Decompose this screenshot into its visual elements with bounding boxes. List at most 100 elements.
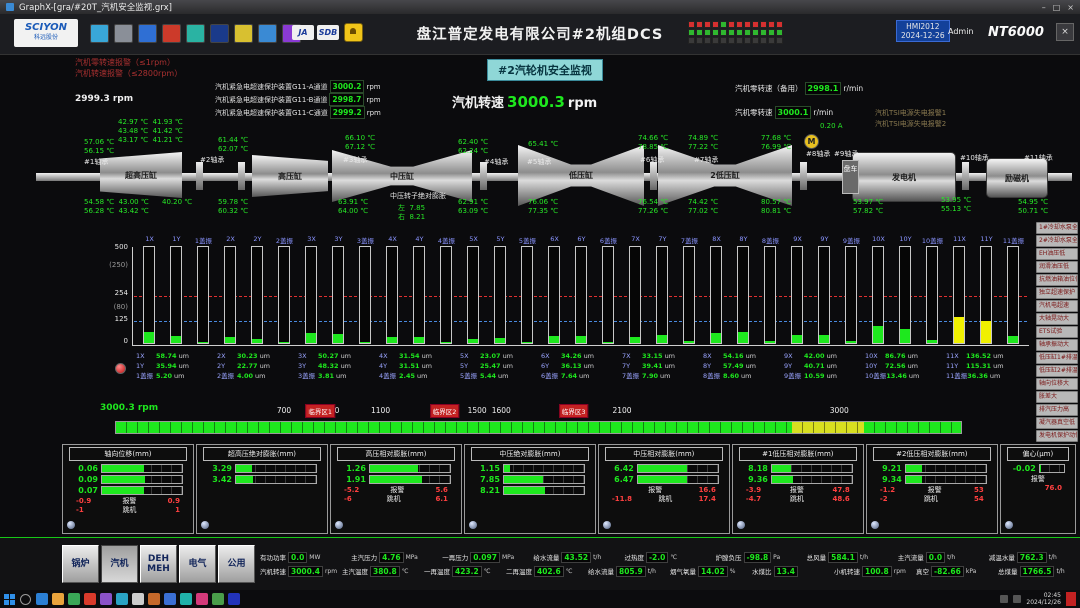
taskbar-app-icon-7[interactable] [132,593,144,605]
vibration-table-label: 8盖振 [703,371,723,381]
vibration-table-row: 3Y48.32um [298,361,379,371]
taskbar-app-icon-2[interactable] [52,593,64,605]
trip-cause-button[interactable]: 发电机保护动作 [1036,430,1078,442]
nav-button-3[interactable]: DEH MEH [140,545,177,583]
status-cell: 水煤比13.4 [752,566,831,577]
status-cell: 真空-82.66kPa [916,566,995,577]
indicator-cell [696,29,703,36]
notification-button[interactable] [1066,592,1076,606]
y-axis-tick: 500 [98,243,128,251]
diagram-label: #9轴承 [834,150,858,159]
vibration-bar-cell [865,248,892,344]
taskbar-app-icon-13[interactable] [228,593,240,605]
panel-中压相对膨胀(mm): 中压相对膨胀(mm)6.426.47报警16.6-11.8跳机17.4 [598,444,730,534]
panel-measure-row: 9.34 [878,475,992,484]
temperature-readout: 59.78 ℃60.32 ℃ [218,198,248,216]
trip-cause-button[interactable]: EH油压低 [1036,248,1078,260]
panel-alarm-high: 6.1 [436,495,448,504]
trip-cause-button[interactable]: 低压缸1#排温高 [1036,352,1078,364]
toolbar-icon-5[interactable] [186,24,205,43]
panel-bar [101,475,183,484]
trip-cause-button[interactable]: 胀差大 [1036,391,1078,403]
minimize-button[interactable]: – [1042,3,1046,12]
toolbar-icon-2[interactable] [114,24,133,43]
tray-network-icon[interactable] [1000,595,1008,603]
nav-button-2[interactable]: 汽机 [101,545,138,583]
close-button[interactable]: × [1067,3,1074,12]
taskbar-app-icon-10[interactable] [180,593,192,605]
panel-alarm-low: -1.2 [880,486,895,495]
trip-cause-button[interactable]: ETS试验 [1036,326,1078,338]
trip-cause-button[interactable]: 低压缸2#排温高 [1036,365,1078,377]
ja-logo[interactable]: JA [292,25,314,40]
maximize-button[interactable]: □ [1053,3,1061,12]
nav-button-4[interactable]: 电气 [179,545,216,583]
vibration-bars: 1X1Y1盖振2X2Y2盖振3X3Y3盖振4X4Y4盖振5X5Y5盖振6X6Y6… [136,235,1027,344]
header-close-button[interactable]: × [1056,23,1074,41]
shaft-coupling [196,162,203,190]
taskbar-app-icon-5[interactable] [100,593,112,605]
start-button[interactable] [4,594,15,605]
channel-label: 汽机紧急电超速保护装置G11-B通道 [215,96,327,104]
trip-cause-button[interactable]: 2#冷却水泵全停 [1036,235,1078,247]
turning-gear-motor-icon: M [804,134,819,149]
toolbar-icon-3[interactable] [138,24,157,43]
panel-measure-row: 0.09 [74,475,188,484]
vibration-table-unit: um [503,362,513,370]
indicator-cell [736,29,743,36]
taskbar-app-icon-12[interactable] [212,593,224,605]
nav-button-1[interactable]: 锅炉 [62,545,99,583]
taskbar-app-icon-9[interactable] [164,593,176,605]
nav-button-5[interactable]: 公用 [218,545,255,583]
panel-value: -0.02 [1012,464,1036,473]
trip-cause-button[interactable]: 凝汽器真空低 [1036,417,1078,429]
status-cell: 二再温度402.6℃ [506,566,585,577]
panel-alarm-label: 跳机 [924,495,938,504]
status-value: -82.66 [931,566,964,577]
zero-speed-unit: r/min [843,84,863,93]
trip-cause-button[interactable]: 排汽压力高 [1036,404,1078,416]
toolbar-icon-7[interactable] [234,24,253,43]
vibration-bar [521,246,533,344]
panel-alarm-label: 跳机 [122,506,136,515]
trip-cause-button[interactable]: 润滑油压低 [1036,261,1078,273]
turbine-diagram: 超高压缸高压缸中压缸低压缸2低压缸发电机励磁机 42.97 ℃ 41.93 ℃4… [0,112,1080,235]
trip-cause-button[interactable]: 轴承振动大 [1036,339,1078,351]
taskbar-app-icon-11[interactable] [196,593,208,605]
alarm-bell-icon[interactable] [344,23,363,42]
taskbar-app-icon-4[interactable] [84,593,96,605]
vibration-table-label: 2盖振 [217,371,237,381]
taskbar-app-icon-3[interactable] [68,593,80,605]
toolbar-icon-8[interactable] [258,24,277,43]
vibration-bar [764,246,776,344]
toolbar-icon-6[interactable] [210,24,229,43]
panel-alarm-low: -4.7 [746,495,761,504]
trip-cause-button[interactable]: 抗燃油箱油位低 [1036,274,1078,286]
vibration-group: 3X3Y3盖振 [298,235,379,344]
taskbar-app-icon-8[interactable] [148,593,160,605]
sdb-logo[interactable]: SDB [317,25,339,40]
trip-cause-button[interactable]: 轴向位移大 [1036,378,1078,390]
indicator-cell [768,21,775,28]
taskbar-app-icon-1[interactable] [36,593,48,605]
tray-volume-icon[interactable] [1013,595,1021,603]
toolbar-icon-4[interactable] [162,24,181,43]
hmi-station-info: HMI2012 2024-12-26 [896,20,950,42]
clock[interactable]: 02:45 2024/12/26 [1026,592,1061,606]
vibration-bar-cell [595,248,622,344]
vibration-table-unit: um [584,352,594,360]
vibration-bar-row [298,248,379,344]
toolbar-icon-1[interactable] [90,24,109,43]
vibration-table-unit: um [260,352,270,360]
trip-cause-button[interactable]: 汽机电超速 [1036,300,1078,312]
trip-cause-button[interactable]: 大轴晃动大 [1036,313,1078,325]
panel-alarm-high: 16.6 [699,486,716,495]
status-label: 真空 [916,566,929,576]
taskbar-app-icon-6[interactable] [116,593,128,605]
temperature-readout: 74.42 ℃77.02 ℃ [688,198,718,216]
search-icon[interactable] [20,594,31,605]
trip-cause-button[interactable]: 1#冷却水泵全停 [1036,222,1078,234]
trip-cause-button[interactable]: 独立超速保护 [1036,287,1078,299]
speed-ramp-section: 3000.3 rpm 70090011001500160021003000临界区… [0,403,1080,443]
vibration-bar [845,246,857,344]
